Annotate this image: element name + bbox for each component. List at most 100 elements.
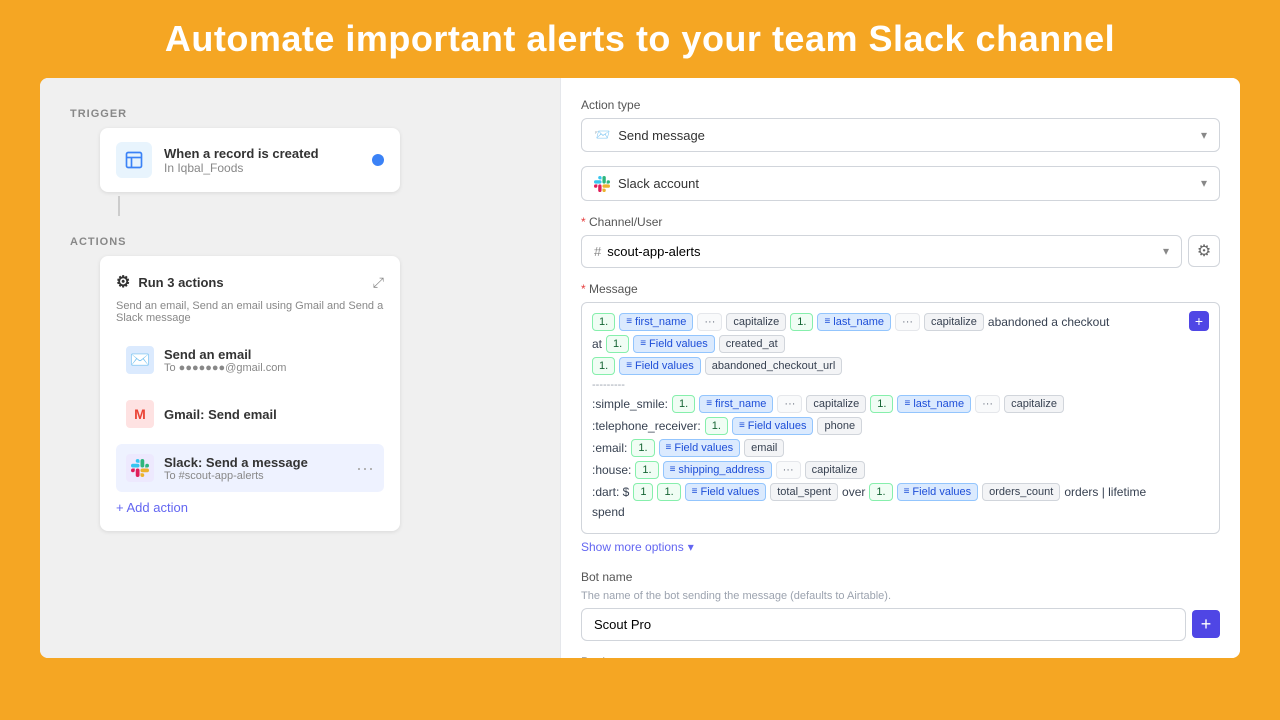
actions-header-text: Run 3 actions bbox=[138, 275, 223, 290]
tag-created-at: created_at bbox=[719, 335, 785, 353]
tag-dots-5: ··· bbox=[776, 461, 801, 479]
action-title-slack: Slack: Send a message bbox=[164, 455, 346, 470]
slack-account-chevron bbox=[1201, 176, 1207, 190]
main-content: TRIGGER When a record is created In Iqba… bbox=[40, 78, 1240, 658]
tag-field-values-2: ≡Field values bbox=[619, 357, 701, 375]
expand-icon[interactable]: ⤢ bbox=[373, 274, 384, 291]
tag-dots-3: ··· bbox=[777, 395, 802, 413]
message-label: Message bbox=[581, 282, 1220, 296]
action-text-slack: Slack: Send a message To #scout-app-aler… bbox=[164, 455, 346, 482]
trigger-icon bbox=[116, 142, 152, 178]
tag-num-4: 1. bbox=[592, 357, 615, 375]
bot-name-desc: The name of the bot sending the message … bbox=[581, 590, 1220, 602]
tag-capitalize-3: capitalize bbox=[806, 395, 866, 413]
action-text-email: Send an email To ●●●●●●●@gmail.com bbox=[164, 347, 374, 374]
action-item-slack[interactable]: Slack: Send a message To #scout-app-aler… bbox=[116, 444, 384, 492]
actions-desc: Send an email, Send an email using Gmail… bbox=[116, 300, 384, 324]
action-type-dropdown[interactable]: 📨 Send message bbox=[581, 118, 1220, 152]
trigger-text: When a record is created In Iqbal_Foods bbox=[164, 146, 319, 175]
text-lifetime: orders | lifetime bbox=[1064, 485, 1146, 499]
tag-capitalize-2: capitalize bbox=[924, 313, 984, 331]
tag-first-name-1: ≡first_name bbox=[619, 313, 693, 331]
tag-orders-count: orders_count bbox=[982, 483, 1060, 501]
slack-account-value: Slack account bbox=[618, 176, 699, 191]
tag-capitalize-1: capitalize bbox=[726, 313, 786, 331]
tag-phone: phone bbox=[817, 417, 862, 435]
email-icon: ✉️ bbox=[126, 346, 154, 374]
action-sub-email: To ●●●●●●●@gmail.com bbox=[164, 362, 374, 374]
gmail-icon: M bbox=[126, 400, 154, 428]
tag-dots-1: ··· bbox=[697, 313, 722, 331]
tag-email: email bbox=[744, 439, 784, 457]
run-icon: ⚙ bbox=[116, 272, 130, 292]
text-over: over bbox=[842, 485, 865, 499]
show-more-btn[interactable]: Show more options ▾ bbox=[581, 540, 1220, 554]
bot-name-input[interactable] bbox=[581, 608, 1186, 641]
tag-num-2: 1. bbox=[790, 313, 813, 331]
action-item-gmail[interactable]: M Gmail: Send email bbox=[116, 390, 384, 438]
msg-line-6: :telephone_receiver: 1. ≡Field values ph… bbox=[592, 417, 1209, 435]
trigger-label: TRIGGER bbox=[70, 108, 540, 120]
bot-icon-label: Bot icon bbox=[581, 655, 1220, 658]
tag-num-1: 1. bbox=[592, 313, 615, 331]
text-phone: :telephone_receiver: bbox=[592, 419, 701, 433]
slack-action-dots[interactable]: ··· bbox=[356, 458, 374, 479]
trigger-title: When a record is created bbox=[164, 146, 319, 161]
divider-line: --------- bbox=[592, 379, 1209, 391]
action-item-email[interactable]: ✉️ Send an email To ●●●●●●●@gmail.com bbox=[116, 336, 384, 384]
right-panel: Action type 📨 Send message bbox=[560, 78, 1240, 658]
tag-capitalize-4: capitalize bbox=[1004, 395, 1064, 413]
tag-dots-2: ··· bbox=[895, 313, 920, 331]
actions-header: ⚙ Run 3 actions ⤢ bbox=[116, 272, 384, 292]
trigger-dot bbox=[372, 154, 384, 166]
msg-line-8: :house: 1. ≡shipping_address ··· capital… bbox=[592, 461, 1209, 479]
tag-total-spent: total_spent bbox=[770, 483, 838, 501]
tag-dots-4: ··· bbox=[975, 395, 1000, 413]
text-email: :email: bbox=[592, 441, 627, 455]
tag-num-7: 1. bbox=[705, 417, 728, 435]
tag-field-values-5: ≡Field values bbox=[685, 483, 767, 501]
action-type-left: 📨 Send message bbox=[594, 127, 705, 143]
tag-num-6: 1. bbox=[870, 395, 893, 413]
tag-num-10: 1 bbox=[633, 483, 653, 501]
msg-line-2: at 1. ≡Field values created_at bbox=[592, 335, 1209, 353]
text-at: at bbox=[592, 337, 602, 351]
tag-num-5: 1. bbox=[672, 395, 695, 413]
tag-num-8: 1. bbox=[631, 439, 654, 457]
action-title-email: Send an email bbox=[164, 347, 374, 362]
slack-icon bbox=[594, 175, 610, 192]
slack-account-dropdown[interactable]: Slack account bbox=[581, 166, 1220, 201]
trigger-card: When a record is created In Iqbal_Foods bbox=[100, 128, 400, 192]
tag-abandoned-url: abandoned_checkout_url bbox=[705, 357, 843, 375]
action-title-gmail: Gmail: Send email bbox=[164, 407, 374, 422]
tag-field-values-3: ≡Field values bbox=[732, 417, 814, 435]
msg-line-5: :simple_smile: 1. ≡first_name ··· capita… bbox=[592, 395, 1209, 413]
actions-header-left: ⚙ Run 3 actions bbox=[116, 272, 224, 292]
plus-icon[interactable]: + bbox=[1189, 313, 1209, 331]
add-action-btn[interactable]: + Add action bbox=[116, 500, 384, 515]
msg-line-9: :dart: $ 1 1. ≡Field values total_spent … bbox=[592, 483, 1209, 501]
bot-name-label: Bot name bbox=[581, 570, 1220, 584]
message-area[interactable]: 1. ≡first_name ··· capitalize 1. ≡last_n… bbox=[581, 302, 1220, 534]
text-smile: :simple_smile: bbox=[592, 397, 668, 411]
action-type-label: Action type bbox=[581, 98, 1220, 112]
show-more-text: Show more options bbox=[581, 540, 684, 554]
text-abandoned: abandoned a checkout bbox=[988, 315, 1109, 329]
bot-name-section: Bot name The name of the bot sending the… bbox=[581, 570, 1220, 641]
tag-capitalize-5: capitalize bbox=[805, 461, 865, 479]
bot-name-plus-btn[interactable]: + bbox=[1192, 610, 1220, 638]
channel-row: # scout-app-alerts ⚙ bbox=[581, 235, 1220, 268]
trigger-sub: In Iqbal_Foods bbox=[164, 161, 319, 175]
msg-line-1: 1. ≡first_name ··· capitalize 1. ≡last_n… bbox=[592, 313, 1209, 331]
connector bbox=[118, 196, 120, 216]
channel-chevron bbox=[1163, 244, 1169, 258]
slack-account-left: Slack account bbox=[594, 175, 699, 192]
text-house: :house: bbox=[592, 463, 631, 477]
channel-user-label: Channel/User bbox=[581, 215, 1220, 229]
tag-shipping-address: ≡shipping_address bbox=[663, 461, 772, 479]
tag-field-values-4: ≡Field values bbox=[659, 439, 741, 457]
tag-field-values-1: ≡Field values bbox=[633, 335, 715, 353]
channel-dropdown[interactable]: # scout-app-alerts bbox=[581, 235, 1182, 268]
gear-button[interactable]: ⚙ bbox=[1188, 235, 1220, 267]
tag-num-11: 1. bbox=[657, 483, 680, 501]
